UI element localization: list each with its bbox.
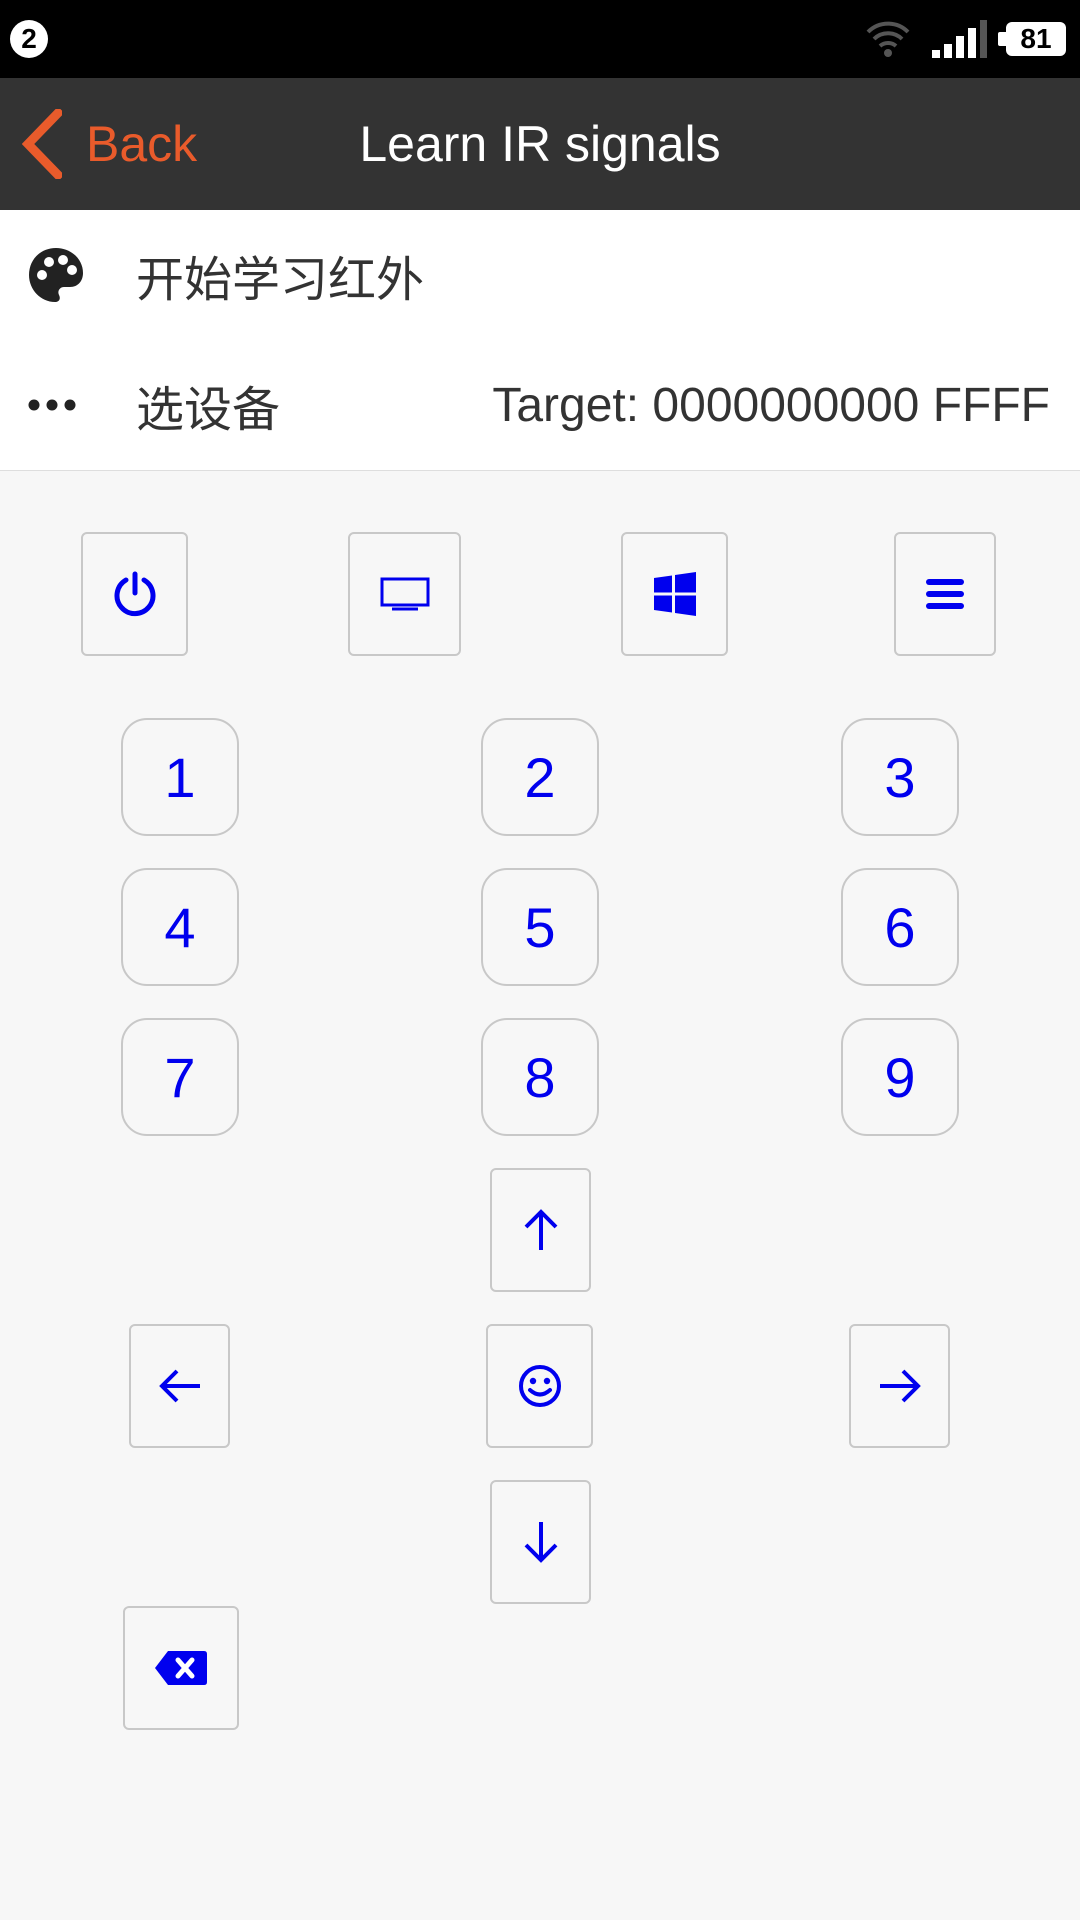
target-value: Target: 0000000000 FFFF — [492, 378, 1050, 432]
menu-button[interactable] — [894, 532, 996, 656]
start-learning-row[interactable]: 开始学习红外 — [0, 210, 1080, 341]
key-6[interactable]: 6 — [841, 868, 959, 986]
key-9[interactable]: 9 — [841, 1018, 959, 1136]
page-title: Learn IR signals — [359, 116, 721, 172]
key-2[interactable]: 2 — [481, 718, 599, 836]
signal-icon — [932, 20, 987, 58]
arrow-left-icon — [158, 1369, 200, 1403]
left-button[interactable] — [129, 1324, 230, 1448]
right-button[interactable] — [849, 1324, 950, 1448]
arrow-up-icon — [524, 1209, 557, 1250]
row-label: 选设备 — [136, 382, 281, 438]
status-time: 11:44 — [487, 16, 593, 61]
battery-indicator: 81 — [1006, 22, 1066, 56]
delete-button[interactable] — [123, 1606, 239, 1730]
down-button[interactable] — [490, 1480, 591, 1604]
arrow-down-icon — [524, 1522, 557, 1563]
key-1[interactable]: 1 — [121, 718, 239, 836]
windows-icon — [653, 572, 696, 616]
key-5[interactable]: 5 — [481, 868, 599, 986]
key-4[interactable]: 4 — [121, 868, 239, 986]
backspace-icon — [155, 1651, 207, 1685]
key-7[interactable]: 7 — [121, 1018, 239, 1136]
up-button[interactable] — [490, 1168, 591, 1292]
tv-button[interactable] — [348, 532, 461, 656]
ok-button[interactable] — [486, 1324, 593, 1448]
tv-icon — [380, 577, 429, 611]
menu-icon — [926, 579, 964, 609]
row-label: 开始学习红外 — [136, 252, 425, 308]
key-8[interactable]: 8 — [481, 1018, 599, 1136]
windows-button[interactable] — [621, 532, 728, 656]
power-icon — [114, 571, 155, 617]
arrow-right-icon — [879, 1369, 921, 1403]
smiley-icon — [518, 1365, 561, 1407]
wifi-icon — [866, 21, 910, 57]
palette-icon — [26, 210, 86, 340]
power-button[interactable] — [81, 532, 188, 656]
key-3[interactable]: 3 — [841, 718, 959, 836]
battery-nub — [998, 32, 1006, 46]
more-icon — [26, 340, 82, 470]
select-device-row[interactable]: 选设备 Target: 0000000000 FFFF — [0, 340, 1080, 471]
